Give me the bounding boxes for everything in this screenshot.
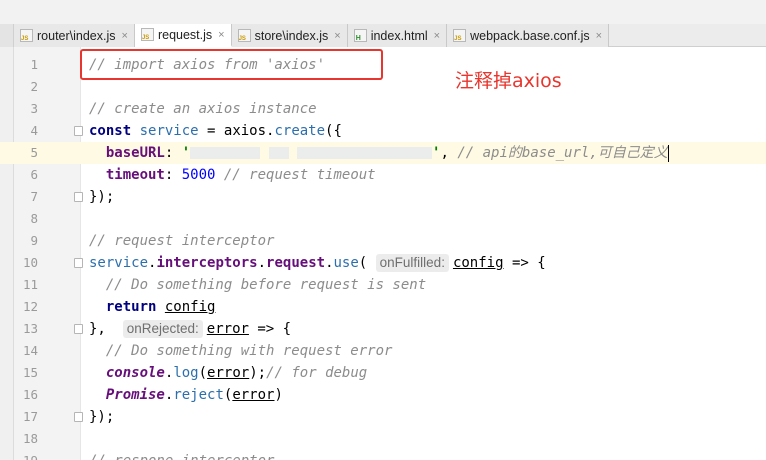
line-number: 15 xyxy=(22,365,38,380)
redacted-url xyxy=(190,147,261,159)
fold-marker-icon[interactable] xyxy=(74,258,83,268)
fold-marker-icon[interactable] xyxy=(74,126,83,136)
fold-marker-icon[interactable] xyxy=(74,412,83,422)
code-line-14[interactable]: 14 // Do something with request error xyxy=(0,340,766,362)
line-number: 1 xyxy=(30,57,38,72)
code-text[interactable]: // Do something before request is sent xyxy=(89,274,426,296)
code-text[interactable]: // request interceptor xyxy=(89,230,274,252)
code-line-11[interactable]: 11 // Do something before request is sen… xyxy=(0,274,766,296)
code-line-13[interactable]: 13 }, onRejected: error => { xyxy=(0,318,766,340)
tab-store-index-js[interactable]: store\index.js × xyxy=(231,24,348,47)
code-text[interactable]: // create an axios instance xyxy=(89,98,317,120)
code-text[interactable]: Promise.reject(error) xyxy=(89,384,283,406)
fold-marker-icon[interactable] xyxy=(74,324,83,334)
js-file-icon xyxy=(140,28,154,41)
code-text[interactable]: // Do something with request error xyxy=(89,340,393,362)
tab-label: request.js xyxy=(157,27,213,42)
line-number: 14 xyxy=(22,343,38,358)
code-text[interactable]: }); xyxy=(89,406,114,428)
code-line-15[interactable]: 15 console.log(error);// for debug xyxy=(0,362,766,384)
code-line-12[interactable]: 12 return config xyxy=(0,296,766,318)
js-file-icon xyxy=(453,29,467,42)
tab-list: router\index.js × request.js × store\ind… xyxy=(14,24,610,47)
code-line-6[interactable]: 6 timeout: 5000 // request timeout xyxy=(0,164,766,186)
code-line-19[interactable]: 19 // respone interceptor xyxy=(0,450,766,460)
code-line-9[interactable]: 9 // request interceptor xyxy=(0,230,766,252)
code-line-4[interactable]: 4 const service = axios.create({ xyxy=(0,120,766,142)
code-line-17[interactable]: 17 }); xyxy=(0,406,766,428)
tab-label: router\index.js xyxy=(37,28,116,43)
js-file-icon xyxy=(20,29,33,42)
text-cursor xyxy=(667,144,670,162)
tab-webpack-base-conf-js[interactable]: webpack.base.conf.js × xyxy=(447,24,610,47)
tab-index-html[interactable]: index.html × xyxy=(347,24,448,47)
code-text[interactable]: }); xyxy=(89,186,114,208)
code-text[interactable]: // respone interceptor xyxy=(89,450,274,460)
line-number: 4 xyxy=(30,123,38,138)
close-icon[interactable]: × xyxy=(122,30,128,42)
close-icon[interactable]: × xyxy=(596,30,602,42)
line-number: 9 xyxy=(30,233,38,248)
tab-label: store\index.js xyxy=(254,28,329,43)
code-text[interactable]: const service = axios.create({ xyxy=(89,120,342,142)
param-hint: onFulfilled: xyxy=(375,254,449,272)
redacted-url xyxy=(297,147,433,159)
code-line-18[interactable]: 18 xyxy=(0,428,766,450)
tab-bar-left-edge xyxy=(0,24,14,47)
redacted-url xyxy=(268,147,289,159)
title-strip xyxy=(0,0,766,24)
line-number: 6 xyxy=(30,167,38,182)
code-line-16[interactable]: 16 Promise.reject(error) xyxy=(0,384,766,406)
code-text[interactable]: baseURL: ' ', // api的base_url,可自己定义 xyxy=(89,142,670,164)
code-line-5[interactable]: 5 baseURL: ' ', // api的base_url,可自己定义 xyxy=(0,142,766,164)
line-number: 10 xyxy=(22,255,38,270)
annotation-highlight-box xyxy=(80,49,383,80)
close-icon[interactable]: × xyxy=(434,30,440,42)
tab-label: webpack.base.conf.js xyxy=(470,28,590,43)
line-number: 16 xyxy=(22,387,38,402)
code-text[interactable]: service.interceptors.request.use( onFulf… xyxy=(89,252,546,274)
code-text[interactable]: timeout: 5000 // request timeout xyxy=(89,164,376,186)
js-file-icon xyxy=(237,29,251,42)
annotation-label: 注释掉axios xyxy=(455,70,562,92)
tab-label: index.html xyxy=(370,28,428,43)
line-number: 2 xyxy=(30,79,38,94)
code-line-7[interactable]: 7 }); xyxy=(0,186,766,208)
line-number: 13 xyxy=(22,321,38,336)
line-number: 18 xyxy=(22,431,38,446)
html-file-icon xyxy=(353,29,367,42)
line-number: 8 xyxy=(30,211,38,226)
fold-marker-icon[interactable] xyxy=(74,192,83,202)
close-icon[interactable]: × xyxy=(218,29,224,41)
line-number: 11 xyxy=(22,277,38,292)
code-text[interactable]: console.log(error);// for debug xyxy=(89,362,367,384)
line-number: 5 xyxy=(30,145,38,160)
tab-request-js[interactable]: request.js × xyxy=(134,24,232,47)
param-hint: onRejected: xyxy=(122,320,203,338)
close-icon[interactable]: × xyxy=(334,30,340,42)
line-number: 7 xyxy=(30,189,38,204)
line-number: 19 xyxy=(14,450,38,460)
code-line-8[interactable]: 8 xyxy=(0,208,766,230)
code-text[interactable]: return config xyxy=(89,296,216,318)
code-line-10[interactable]: 10 service.interceptors.request.use( onF… xyxy=(0,252,766,274)
line-number: 3 xyxy=(30,101,38,116)
editor-tab-bar: router\index.js × request.js × store\ind… xyxy=(0,0,766,47)
tab-router-index-js[interactable]: router\index.js × xyxy=(14,24,135,47)
code-text[interactable]: }, onRejected: error => { xyxy=(89,318,291,340)
code-line-3[interactable]: 3 // create an axios instance xyxy=(0,98,766,120)
line-number: 17 xyxy=(22,409,38,424)
line-number: 12 xyxy=(22,299,38,314)
